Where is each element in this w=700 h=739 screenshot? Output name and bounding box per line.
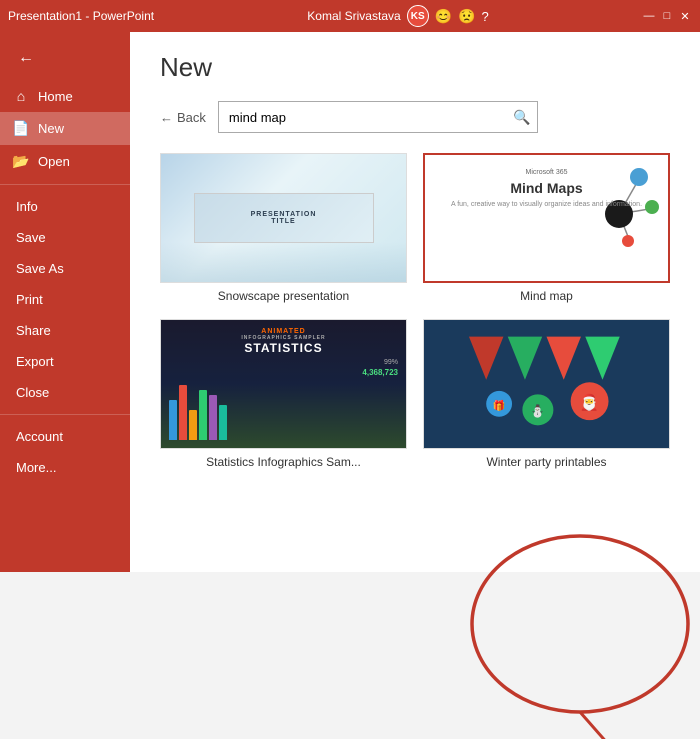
sidebar-item-print[interactable]: Print [0,284,130,315]
template-name-snowscape: Snowscape presentation [160,289,407,303]
sidebar-item-home[interactable]: ⌂ Home [0,80,130,112]
template-thumb-mindmap: Microsoft 365 Mind Maps A fun, creative … [423,153,670,283]
template-thumb-snowscape: PRESENTATIONTITLE [160,153,407,283]
svg-text:🎁: 🎁 [493,399,506,412]
minimize-button[interactable]: — [642,9,656,23]
sidebar-item-share[interactable]: Share [0,315,130,346]
titlebar-user-area: Presentation1 - PowerPoint [8,9,154,23]
sidebar-item-save[interactable]: Save [0,222,130,253]
sidebar-item-open[interactable]: 📂 Open [0,145,130,178]
help-button[interactable]: ? [482,9,489,24]
svg-text:🎅: 🎅 [580,392,599,411]
template-name-mindmap: Mind map [423,289,670,303]
template-thumb-winter: 🎅 ⛄ 🎁 [423,319,670,449]
app-body: ← ⌂ Home 📄 New 📂 Open Info Save Save As … [0,32,700,572]
mindmap-title-text: Mind Maps [439,180,654,196]
sidebar: ← ⌂ Home 📄 New 📂 Open Info Save Save As … [0,32,130,572]
mindmap-brand-text: Microsoft 365 [439,169,654,176]
window-controls: — □ ✕ [642,9,692,23]
sidebar-label-open: Open [38,154,70,169]
sidebar-item-more[interactable]: More... [0,452,130,483]
title-text: Presentation1 - PowerPoint [8,9,154,23]
templates-grid: PRESENTATIONTITLE Snowscape presentation… [160,153,670,469]
sidebar-item-export[interactable]: Export [0,346,130,377]
sidebar-label-home: Home [38,89,73,104]
sidebar-item-new[interactable]: 📄 New [0,112,130,145]
template-snowscape[interactable]: PRESENTATIONTITLE Snowscape presentation [160,153,407,303]
maximize-button[interactable]: □ [660,9,674,23]
template-thumb-statistics: ANIMATED INFOGRAPHICS SAMPLER STATISTICS [160,319,407,449]
sidebar-item-account[interactable]: Account [0,421,130,452]
search-box: 🔍 [218,101,538,133]
user-name: Komal Srivastava [307,9,400,23]
sidebar-item-saveas[interactable]: Save As [0,253,130,284]
sidebar-label-new: New [38,121,64,136]
template-name-statistics: Statistics Infographics Sam... [160,455,407,469]
user-avatar[interactable]: KS [407,5,429,27]
close-button[interactable]: ✕ [678,9,692,23]
search-button[interactable]: 🔍 [507,102,537,132]
home-icon: ⌂ [12,88,30,104]
mindmap-desc-text: A fun, creative way to visually organize… [439,200,654,210]
template-statistics[interactable]: ANIMATED INFOGRAPHICS SAMPLER STATISTICS [160,319,407,469]
search-input[interactable] [219,105,507,130]
titlebar: Presentation1 - PowerPoint Komal Srivast… [0,0,700,32]
annotation-svg [470,539,690,572]
sidebar-divider-2 [0,414,130,415]
sidebar-item-close[interactable]: Close [0,377,130,408]
winter-svg: 🎅 ⛄ 🎁 [432,328,661,440]
main-content: New ← Back 🔍 PRESENTATIONTITLE [130,32,700,572]
titlebar-user-info: Komal Srivastava KS 😊 😟 ? [307,5,488,27]
sidebar-back-button[interactable]: ← [8,40,44,76]
stats-header-text: ANIMATED [169,328,398,335]
new-icon: 📄 [12,120,30,137]
emoji-sad[interactable]: 😟 [458,8,475,25]
stats-content: 99% 4,368,723 [169,359,398,440]
emoji-happy[interactable]: 😊 [435,8,452,25]
page-title: New [160,52,670,83]
svg-text:⛄: ⛄ [530,404,545,419]
search-row: ← Back 🔍 [160,101,670,133]
back-arrow-icon: ← [160,110,173,125]
sidebar-item-info[interactable]: Info [0,191,130,222]
template-winter[interactable]: 🎅 ⛄ 🎁 Winter party printables [423,319,670,469]
stats-title-text: STATISTICS [169,341,398,355]
back-label: Back [177,110,206,125]
sidebar-divider-1 [0,184,130,185]
template-name-winter: Winter party printables [423,455,670,469]
template-mindmap[interactable]: Microsoft 365 Mind Maps A fun, creative … [423,153,670,303]
open-icon: 📂 [12,153,30,170]
back-button[interactable]: ← Back [160,110,206,125]
